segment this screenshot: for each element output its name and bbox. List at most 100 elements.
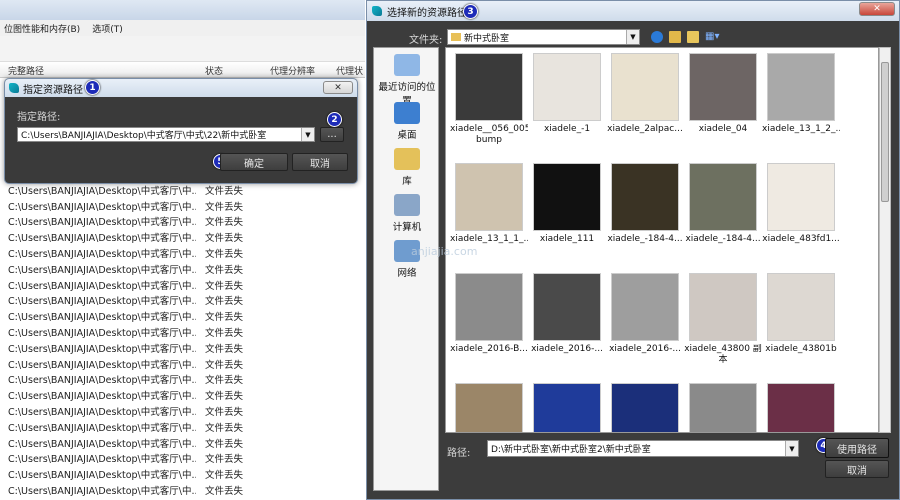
- place-label: 计算机: [392, 222, 422, 233]
- chevron-down-icon[interactable]: ▼: [785, 441, 798, 456]
- row-path: C:\Users\BANJIAJIA\Desktop\中式客厅\中...: [8, 312, 196, 324]
- row-status: 文件丢失: [205, 486, 244, 498]
- file-item[interactable]: [450, 383, 528, 432]
- menu-item-bitmap-performance[interactable]: 位图性能和内存(B): [4, 22, 80, 35]
- close-icon: ✕: [334, 82, 342, 93]
- table-row[interactable]: C:\Users\BANJIAJIA\Desktop\中式客厅\中... 文件丢失: [0, 245, 365, 261]
- file-item[interactable]: [606, 383, 684, 432]
- place-item[interactable]: 最近访问的位置: [374, 54, 440, 107]
- file-item[interactable]: xiadele_-184-4...: [684, 163, 762, 245]
- specify-cancel-button[interactable]: 取消: [292, 153, 348, 171]
- file-item[interactable]: xiadele_-1: [528, 53, 606, 135]
- file-dialog-close-button[interactable]: ✕: [859, 2, 895, 16]
- file-name: xiadele_111: [539, 234, 595, 244]
- app-logo-icon: [9, 83, 19, 93]
- specify-dialog-close-button[interactable]: ✕: [323, 81, 353, 94]
- file-thumbnail: [767, 273, 835, 341]
- folder-icon: [451, 33, 461, 41]
- table-row[interactable]: C:\Users\BANJIAJIA\Desktop\中式客厅\中... 文件丢失: [0, 403, 365, 419]
- chevron-down-icon[interactable]: ▼: [626, 30, 639, 44]
- chevron-down-icon[interactable]: ▼: [301, 128, 314, 141]
- table-row[interactable]: C:\Users\BANJIAJIA\Desktop\中式客厅\中... 文件丢失: [0, 419, 365, 435]
- table-row[interactable]: C:\Users\BANJIAJIA\Desktop\中式客厅\中... 文件丢失: [0, 435, 365, 451]
- file-thumbnail: [689, 163, 757, 231]
- place-label: 桌面: [397, 130, 417, 141]
- file-item[interactable]: [762, 383, 840, 432]
- place-item[interactable]: 桌面: [374, 102, 440, 141]
- ok-button[interactable]: 确定: [220, 153, 288, 171]
- table-row[interactable]: C:\Users\BANJIAJIA\Desktop\中式客厅\中... 文件丢失: [0, 356, 365, 372]
- table-row[interactable]: C:\Users\BANJIAJIA\Desktop\中式客厅\中... 文件丢失: [0, 214, 365, 230]
- file-dialog-cancel-button[interactable]: 取消: [825, 460, 889, 478]
- file-grid-scrollbar-thumb[interactable]: [881, 62, 889, 202]
- file-item[interactable]: xiadele_111: [528, 163, 606, 245]
- table-row[interactable]: C:\Users\BANJIAJIA\Desktop\中式客厅\中... 文件丢失: [0, 261, 365, 277]
- row-status: 文件丢失: [205, 201, 244, 213]
- specify-path-label: 指定路径:: [17, 112, 61, 123]
- file-item[interactable]: xiadele__056_005_wood-bump: [450, 53, 528, 146]
- back-icon[interactable]: [651, 31, 663, 43]
- table-row[interactable]: C:\Users\BANJIAJIA\Desktop\中式客厅\中... 文件丢失: [0, 324, 365, 340]
- table-row[interactable]: C:\Users\BANJIAJIA\Desktop\中式客厅\中... 文件丢失: [0, 229, 365, 245]
- row-status: 文件丢失: [205, 470, 244, 482]
- row-path: C:\Users\BANJIAJIA\Desktop\中式客厅\中...: [8, 359, 196, 371]
- new-folder-icon[interactable]: [687, 31, 699, 43]
- file-item[interactable]: xiadele_-184-4...: [606, 163, 684, 245]
- place-item[interactable]: 库: [374, 148, 440, 187]
- specify-path-combobox[interactable]: C:\Users\BANJIAJIA\Desktop\中式客厅\中式\22\新中…: [17, 127, 315, 142]
- file-item[interactable]: xiadele_2016-...: [606, 273, 684, 355]
- view-menu-icon[interactable]: ▦▾: [705, 31, 723, 43]
- table-row[interactable]: C:\Users\BANJIAJIA\Desktop\中式客厅\中... 文件丢失: [0, 372, 365, 388]
- table-row[interactable]: C:\Users\BANJIAJIA\Desktop\中式客厅\中... 文件丢失: [0, 293, 365, 309]
- row-path: C:\Users\BANJIAJIA\Desktop\中式客厅\中...: [8, 343, 196, 355]
- file-thumbnail: [455, 163, 523, 231]
- path-combobox[interactable]: D:\新中式卧室\新中式卧室2\新中式卧室 ▼: [487, 440, 799, 457]
- column-header-proxy-resolution[interactable]: 代理分辨率: [270, 64, 315, 77]
- table-row[interactable]: C:\Users\BANJIAJIA\Desktop\中式客厅\中... 文件丢失: [0, 482, 365, 498]
- table-row[interactable]: C:\Users\BANJIAJIA\Desktop\中式客厅\中... 文件丢失: [0, 198, 365, 214]
- menu-item-options[interactable]: 选项(T): [92, 22, 123, 35]
- file-item[interactable]: xiadele_13_1_1_...: [450, 163, 528, 245]
- background-toolbar: [0, 36, 365, 62]
- column-header-full-path[interactable]: 完整路径: [8, 64, 44, 77]
- row-status: 文件丢失: [205, 328, 244, 340]
- file-item[interactable]: xiadele_483fd1...: [762, 163, 840, 245]
- file-item[interactable]: xiadele_43800 副本: [684, 273, 762, 366]
- up-folder-icon[interactable]: [669, 31, 681, 43]
- place-item[interactable]: 计算机: [374, 194, 440, 233]
- file-thumbnail: [767, 383, 835, 432]
- table-row[interactable]: C:\Users\BANJIAJIA\Desktop\中式客厅\中... 文件丢失: [0, 182, 365, 198]
- place-label: 库: [402, 176, 412, 187]
- file-item[interactable]: xiadele_04: [684, 53, 762, 135]
- file-grid-scrollbar[interactable]: [879, 47, 891, 433]
- background-title-bar: [0, 0, 365, 20]
- row-status: 文件丢失: [205, 249, 244, 261]
- table-row[interactable]: C:\Users\BANJIAJIA\Desktop\中式客厅\中... 文件丢失: [0, 308, 365, 324]
- folder-combobox[interactable]: 新中式卧室 ▼: [447, 29, 640, 45]
- row-path: C:\Users\BANJIAJIA\Desktop\中式客厅\中...: [8, 470, 196, 482]
- column-header-proxy-status[interactable]: 代理状: [336, 64, 363, 77]
- row-path: C:\Users\BANJIAJIA\Desktop\中式客厅\中...: [8, 328, 196, 340]
- file-item[interactable]: xiadele_2016-...: [528, 273, 606, 355]
- file-item[interactable]: [528, 383, 606, 432]
- table-row[interactable]: C:\Users\BANJIAJIA\Desktop\中式客厅\中... 文件丢失: [0, 277, 365, 293]
- file-name: xiadele_-184-4...: [607, 234, 683, 244]
- specify-path-dialog-title: 指定资源路径: [23, 84, 83, 96]
- column-header-status[interactable]: 状态: [205, 64, 223, 77]
- app-logo-icon: [372, 6, 382, 16]
- browse-button[interactable]: ...: [320, 127, 344, 142]
- file-item[interactable]: xiadele_2016-B...: [450, 273, 528, 355]
- table-row[interactable]: C:\Users\BANJIAJIA\Desktop\中式客厅\中... 文件丢失: [0, 387, 365, 403]
- file-item[interactable]: xiadele_43801b: [762, 273, 840, 355]
- file-thumbnail: [611, 273, 679, 341]
- file-thumbnail: [611, 163, 679, 231]
- file-name: xiadele_2alpac...: [607, 124, 683, 134]
- table-row[interactable]: C:\Users\BANJIAJIA\Desktop\中式客厅\中... 文件丢失: [0, 466, 365, 482]
- table-row[interactable]: C:\Users\BANJIAJIA\Desktop\中式客厅\中... 文件丢失: [0, 451, 365, 467]
- file-thumbnail: [455, 383, 523, 432]
- file-item[interactable]: xiadele_2alpac...: [606, 53, 684, 135]
- file-item[interactable]: [684, 383, 762, 432]
- use-path-button[interactable]: 使用路径: [825, 438, 889, 458]
- file-item[interactable]: xiadele_13_1_2_...: [762, 53, 840, 135]
- table-row[interactable]: C:\Users\BANJIAJIA\Desktop\中式客厅\中... 文件丢失: [0, 340, 365, 356]
